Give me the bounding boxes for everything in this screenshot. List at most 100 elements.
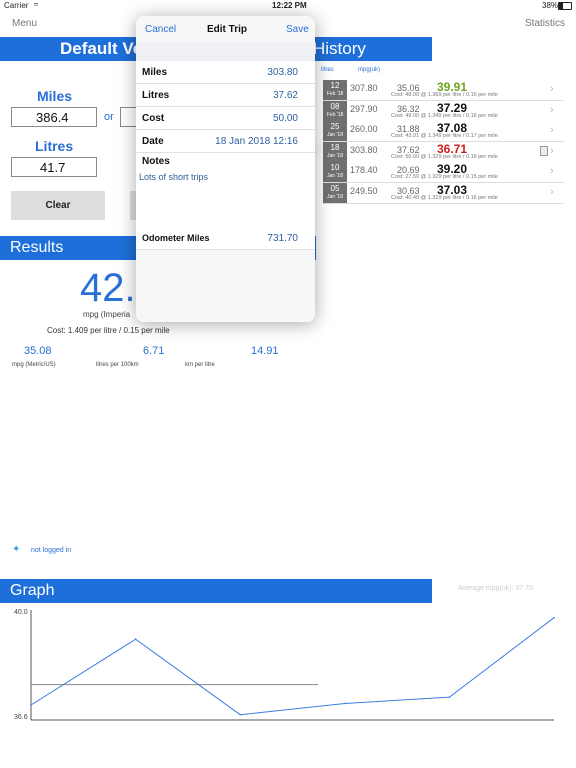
miles-field-value[interactable]: 303.80 (267, 67, 298, 78)
history-date: 08 Feb '18 (323, 100, 347, 121)
vehicle-title: Default Ve (60, 39, 143, 58)
metric-label: mpg (Metric/US) (12, 362, 56, 368)
mpg-big-unit: mpg (Imperia (83, 310, 131, 319)
history-month: Jan '18 (327, 152, 343, 159)
edit-trip-popover: Cancel Edit Trip Save Miles 303.80 Litre… (136, 16, 315, 322)
notes-area[interactable]: Notes Lots of short trips (136, 153, 315, 228)
metric-value: 6.71 (143, 345, 165, 357)
history-miles: 297.90 (350, 103, 378, 114)
metric-label: litres per 100km (96, 362, 139, 368)
date-row[interactable]: Date 18 Jan 2018 12:16 (136, 130, 315, 153)
cost-field-label: Cost (142, 113, 165, 124)
history-miles: 303.80 (350, 144, 378, 155)
popover-nav-bar: Cancel Edit Trip Save (136, 16, 315, 42)
clock: 12:22 PM (272, 1, 307, 10)
chevron-right-icon: › (550, 103, 554, 116)
history-day: 12 (330, 81, 340, 90)
miles-field-label: Miles (142, 67, 168, 78)
results-title: Results (10, 239, 64, 256)
mpg-point (448, 696, 451, 698)
history-row[interactable]: 25 Jan '18 260.00 31.88 37.08 Cost: 43.01 @ 1… (323, 121, 564, 142)
history-date: 05 Jan '18 (323, 182, 347, 203)
date-field-value[interactable]: 18 Jan 2018 12:16 (215, 136, 298, 147)
history-date: 25 Jan '18 (323, 121, 347, 141)
clear-button[interactable]: Clear (11, 191, 105, 220)
history-cost: Cost: 43.01 @ 1.349 per litre / 0.17 per… (391, 133, 498, 139)
history-date: 12 Feb '18 (323, 80, 347, 100)
mpg-chart (30, 610, 555, 721)
cost-field-value[interactable]: 50.00 (273, 113, 298, 124)
wifi-icon: ≈ (34, 0, 39, 9)
notes-label: Notes (142, 156, 170, 167)
popover-spacer (136, 42, 315, 61)
twitter-status[interactable]: not logged in (31, 547, 71, 554)
notes-textarea[interactable]: Lots of short trips (139, 172, 208, 182)
status-bar: Carrier ≈ 12:22 PM 38% (0, 0, 576, 12)
history-date: 18 Jan '18 (323, 141, 347, 162)
mpg-point (134, 638, 137, 641)
chevron-right-icon: › (550, 124, 554, 136)
metric-value: 14.91 (251, 345, 279, 357)
history-cost: Cost: 50.00 @ 1.329 per litre / 0.16 per… (391, 153, 498, 160)
mpg-point (30, 704, 32, 706)
odometer-field-value[interactable]: 731.70 (267, 233, 298, 244)
cost-line: Cost: 1.409 per litre / 0.15 per mile (47, 326, 170, 335)
battery-icon (558, 2, 572, 10)
miles-input[interactable]: 386.4 (11, 107, 97, 127)
history-miles: 178.40 (350, 165, 378, 175)
note-icon (540, 145, 548, 156)
history-miles: 249.50 (350, 185, 378, 196)
litres-field-value[interactable]: 37.62 (273, 90, 298, 101)
litres-row[interactable]: Litres 37.62 (136, 84, 315, 107)
save-button[interactable]: Save (286, 24, 309, 35)
history-month: Feb '18 (326, 91, 344, 97)
history-row[interactable]: 12 Feb '18 307.80 35.06 39.91 Cost: 48.00 @ 1… (323, 80, 564, 101)
litres-label: Litres (35, 138, 74, 154)
miles-row[interactable]: Miles 303.80 (136, 61, 315, 84)
history-month: Jan '18 (327, 193, 343, 200)
history-cost: Cost: 40.40 @ 1.319 per litre / 0.16 per… (391, 194, 498, 201)
history-cost: Cost: 48.00 @ 1.369 per litre / 0.16 per… (391, 92, 498, 98)
odometer-row[interactable]: Odometer Miles 731.70 (136, 227, 315, 250)
chevron-right-icon: › (550, 144, 554, 157)
mpg-point (239, 713, 241, 716)
miles-label: Miles (37, 88, 73, 104)
or-label: or (104, 111, 114, 123)
chevron-right-icon: › (550, 165, 554, 177)
mpg-big-value: 42. (80, 266, 136, 310)
history-row[interactable]: 05 Jan '18 249.50 30.63 37.03 Cost: 40.40 @ 1… (323, 182, 564, 204)
battery-percent: 38% (542, 1, 559, 10)
statistics-button[interactable]: Statistics (525, 18, 565, 29)
history-row[interactable]: 10 Jan '18 178.40 20.69 39.20 Cost: 27.50 @ 1… (323, 162, 564, 183)
history-miles: 307.80 (350, 83, 378, 93)
history-month: Feb '18 (326, 111, 344, 118)
chevron-right-icon: › (550, 83, 554, 95)
graph-title: Graph (10, 582, 55, 599)
history-cost: Cost: 27.50 @ 1.329 per litre / 0.15 per… (391, 174, 498, 180)
chevron-right-icon: › (550, 185, 554, 198)
carrier-label: Carrier (4, 1, 29, 10)
history-month: Jan '18 (327, 132, 343, 138)
popover-title: Edit Trip (207, 24, 247, 35)
history-col-mpg: mpg(uk) (358, 67, 381, 73)
mpg-point (344, 702, 346, 705)
litres-field-label: Litres (142, 90, 170, 101)
history-date: 10 Jan '18 (323, 162, 347, 182)
history-month: Jan '18 (327, 173, 343, 179)
mpg-series-line (30, 617, 555, 716)
mpg-point (553, 616, 555, 619)
twitter-icon[interactable]: ✦ (12, 544, 20, 555)
history-title: History (313, 39, 366, 58)
average-label: Average mpg(uk): 37.70 (458, 585, 533, 592)
history-row[interactable]: 08 Feb '18 297.90 36.32 37.29 Cost: 49.00 @ 1… (323, 100, 564, 122)
history-row[interactable]: 18 Jan '18 303.80 37.62 36.71 Cost: 50.00 @ 1… (323, 141, 564, 163)
history-cost: Cost: 49.00 @ 1.349 per litre / 0.16 per… (391, 112, 498, 119)
history-day: 10 (330, 163, 340, 172)
history-col-litres: litres (321, 67, 334, 73)
popover-arrow (314, 140, 323, 158)
menu-button[interactable]: Menu (12, 18, 37, 29)
cost-row[interactable]: Cost 50.00 (136, 107, 315, 130)
history-day: 25 (330, 122, 340, 131)
litres-input[interactable]: 41.7 (11, 157, 97, 177)
cancel-button[interactable]: Cancel (145, 24, 176, 35)
